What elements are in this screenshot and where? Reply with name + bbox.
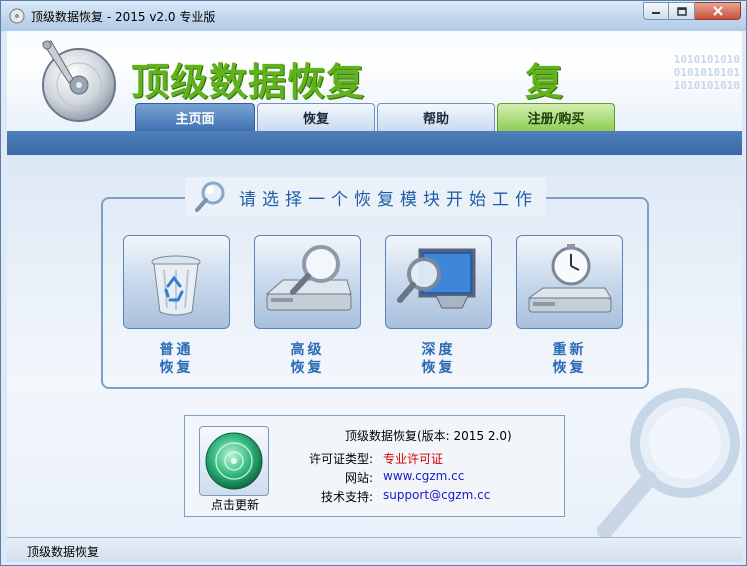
main-content: 请选择一个恢复模块开始工作 普通 恢复 高级 恢复 深度 恢复 重新 恢复 点击… <box>7 155 742 539</box>
tab-underline-bar <box>7 131 742 155</box>
tab-label: 注册/购买 <box>527 112 585 127</box>
license-key: 许可证类型: <box>308 452 373 466</box>
close-icon <box>712 6 723 16</box>
module-label-line: 恢复 <box>421 360 456 376</box>
tab-help[interactable]: 帮助 <box>377 103 495 131</box>
support-row: 技术支持: support@cgzm.cc <box>285 488 555 506</box>
tab-label: 恢复 <box>302 112 329 127</box>
monitor-magnifier-icon <box>397 248 476 309</box>
license-row: 许可证类型: 专业许可证 <box>285 450 555 468</box>
support-link[interactable]: support@cgzm.cc <box>383 488 490 502</box>
window-controls <box>643 2 741 21</box>
module-re-recovery-button[interactable] <box>516 235 623 329</box>
module-label-line: 重新 <box>552 342 587 358</box>
drive-magnifier-icon <box>265 245 352 311</box>
module-label-advanced: 高级 恢复 <box>254 341 361 377</box>
module-label-line: 恢复 <box>290 360 325 376</box>
module-label-normal: 普通 恢复 <box>123 341 230 377</box>
module-label-line: 恢复 <box>159 360 194 376</box>
support-key: 技术支持: <box>320 490 373 504</box>
tab-label: 主页面 <box>175 112 215 127</box>
tab-strip: 主页面 恢复 帮助 注册/购买 <box>7 103 742 131</box>
module-label-deep: 深度 恢复 <box>385 341 492 377</box>
module-label-line: 普通 <box>159 342 194 358</box>
module-label-line: 深度 <box>421 342 456 358</box>
tab-label: 帮助 <box>422 112 449 127</box>
version-title: 顶级数据恢复(版本: 2015 2.0) <box>345 429 512 443</box>
title-bar[interactable]: 顶级数据恢复 - 2015 v2.0 专业版 <box>1 1 746 31</box>
brand-mark: 复 <box>525 60 564 104</box>
tab-recover[interactable]: 恢复 <box>257 103 375 131</box>
app-window: 顶级数据恢复 - 2015 v2.0 专业版 1010101010 010101… <box>0 0 747 566</box>
window-title: 顶级数据恢复 - 2015 v2.0 专业版 <box>31 10 216 24</box>
minimize-icon <box>652 12 660 14</box>
update-radar-icon <box>205 432 263 490</box>
close-button[interactable] <box>695 2 741 20</box>
stopwatch-drive-icon <box>527 244 612 313</box>
info-box: 点击更新 顶级数据恢复(版本: 2015 2.0) 许可证类型: 专业许可证 网… <box>184 415 565 517</box>
search-icon <box>195 181 225 212</box>
license-value: 专业许可证 <box>383 452 444 466</box>
binary-row: 0101010101 <box>673 66 740 79</box>
binary-decoration: 1010101010 0101010101 1010101010 <box>674 53 740 92</box>
module-label-line: 恢复 <box>552 360 587 376</box>
website-key: 网站: <box>344 471 373 485</box>
tab-register-buy[interactable]: 注册/购买 <box>497 103 615 131</box>
module-advanced-recovery-button[interactable] <box>254 235 361 329</box>
module-deep-recovery-button[interactable] <box>385 235 492 329</box>
recycle-bin-icon <box>151 255 201 316</box>
module-normal-recovery-button[interactable] <box>123 235 230 329</box>
update-label: 点击更新 <box>210 498 259 512</box>
app-disk-icon <box>9 8 25 24</box>
website-row: 网站: www.cgzm.cc <box>285 469 555 487</box>
module-label-re: 重新 恢复 <box>516 341 623 377</box>
magnifier-watermark-icon <box>597 388 740 539</box>
panel-header: 请选择一个恢复模块开始工作 <box>185 177 546 217</box>
status-text: 顶级数据恢复 <box>27 545 100 559</box>
tab-home[interactable]: 主页面 <box>135 103 255 131</box>
panel-title: 请选择一个恢复模块开始工作 <box>239 189 538 210</box>
binary-row: 1010101010 <box>673 53 740 66</box>
status-bar: 顶级数据恢复 <box>7 537 742 562</box>
module-label-line: 高级 <box>290 342 325 358</box>
maximize-button[interactable] <box>669 2 695 20</box>
website-link[interactable]: www.cgzm.cc <box>383 469 464 483</box>
binary-row: 1010101010 <box>673 79 740 92</box>
brand-title: 顶级数据恢复 <box>131 60 366 104</box>
update-button[interactable] <box>199 426 269 496</box>
maximize-icon <box>676 6 687 16</box>
minimize-button[interactable] <box>643 2 669 20</box>
